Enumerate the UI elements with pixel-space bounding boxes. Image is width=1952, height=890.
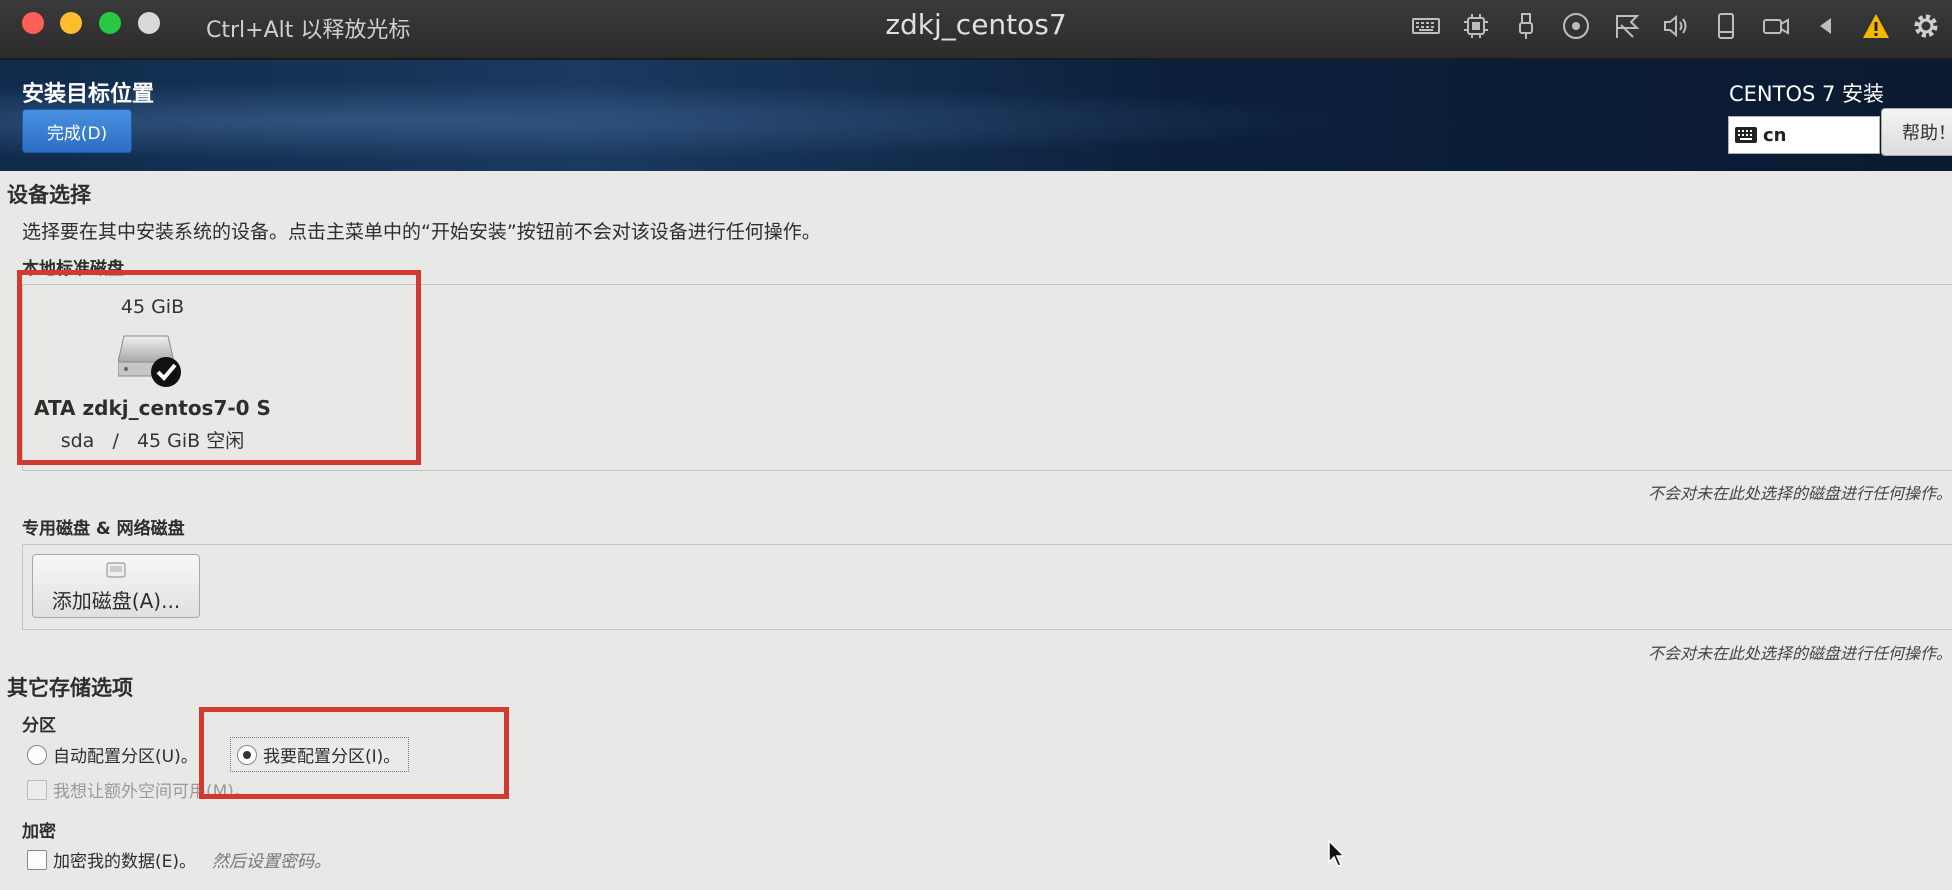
- device-selection-description: 选择要在其中安装系统的设备。点击主菜单中的“开始安装”按钮前不会对该设备进行任何…: [22, 221, 821, 243]
- keyboard-layout-indicator[interactable]: cn: [1728, 116, 1880, 154]
- highlight-box-manual-partition: [199, 707, 509, 799]
- help-button[interactable]: 帮助！: [1881, 108, 1952, 156]
- special-disks-label: 专用磁盘 & 网络磁盘: [22, 519, 185, 539]
- encrypt-checkbox[interactable]: [27, 849, 47, 870]
- keyboard-icon[interactable]: [1408, 8, 1444, 44]
- usb-icon[interactable]: [1508, 8, 1544, 44]
- encrypt-option[interactable]: 加密我的数据(E)。 然后设置密码。: [27, 847, 331, 872]
- window-title-bar: Ctrl+Alt 以释放光标 zdkj_centos7: [0, 0, 1952, 60]
- local-disks-note: 不会对未在此处选择的磁盘进行任何操作。: [1647, 484, 1952, 503]
- device-selection-title: 设备选择: [7, 183, 91, 207]
- warning-icon[interactable]: [1858, 8, 1894, 44]
- special-disks-panel: [22, 544, 1952, 630]
- other-storage-title: 其它存储选项: [7, 676, 133, 700]
- auto-partition-option[interactable]: 自动配置分区(U)。: [27, 742, 198, 767]
- auto-partition-label: 自动配置分区(U)。: [53, 747, 198, 767]
- vm-toolbar: [1408, 8, 1944, 44]
- storage-icon[interactable]: [1708, 8, 1744, 44]
- cpu-icon[interactable]: [1458, 8, 1494, 44]
- keyboard-layout-label: cn: [1763, 124, 1787, 146]
- audio-icon[interactable]: [1658, 8, 1694, 44]
- encryption-label: 加密: [22, 822, 56, 842]
- network-icon[interactable]: [1608, 8, 1644, 44]
- auto-partition-radio[interactable]: [27, 744, 47, 765]
- keyboard-icon: [1735, 127, 1757, 143]
- settings-icon[interactable]: [1908, 8, 1944, 44]
- mouse-cursor-icon: [1328, 840, 1346, 867]
- product-title: CENTOS 7 安装: [1729, 82, 1885, 106]
- extra-space-checkbox[interactable]: [27, 779, 47, 800]
- encrypt-label: 加密我的数据(E)。: [53, 852, 197, 872]
- add-disk-button[interactable]: 添加磁盘(A)...: [32, 554, 200, 618]
- back-icon[interactable]: [1808, 8, 1844, 44]
- special-disks-note: 不会对未在此处选择的磁盘进行任何操作。: [1647, 644, 1952, 663]
- encrypt-hint: 然后设置密码。: [212, 852, 332, 872]
- add-disk-label: 添加磁盘(A)...: [51, 589, 181, 613]
- disk-add-icon: [106, 562, 126, 578]
- optical-disc-icon[interactable]: [1558, 8, 1594, 44]
- highlight-box-disk: [17, 270, 421, 465]
- installer-header: 安装目标位置 完成(D) CENTOS 7 安装 cn 帮助！: [0, 60, 1952, 171]
- page-title: 安装目标位置: [22, 82, 155, 107]
- partitioning-label: 分区: [22, 716, 56, 736]
- done-button[interactable]: 完成(D): [22, 109, 132, 153]
- camera-icon[interactable]: [1758, 8, 1794, 44]
